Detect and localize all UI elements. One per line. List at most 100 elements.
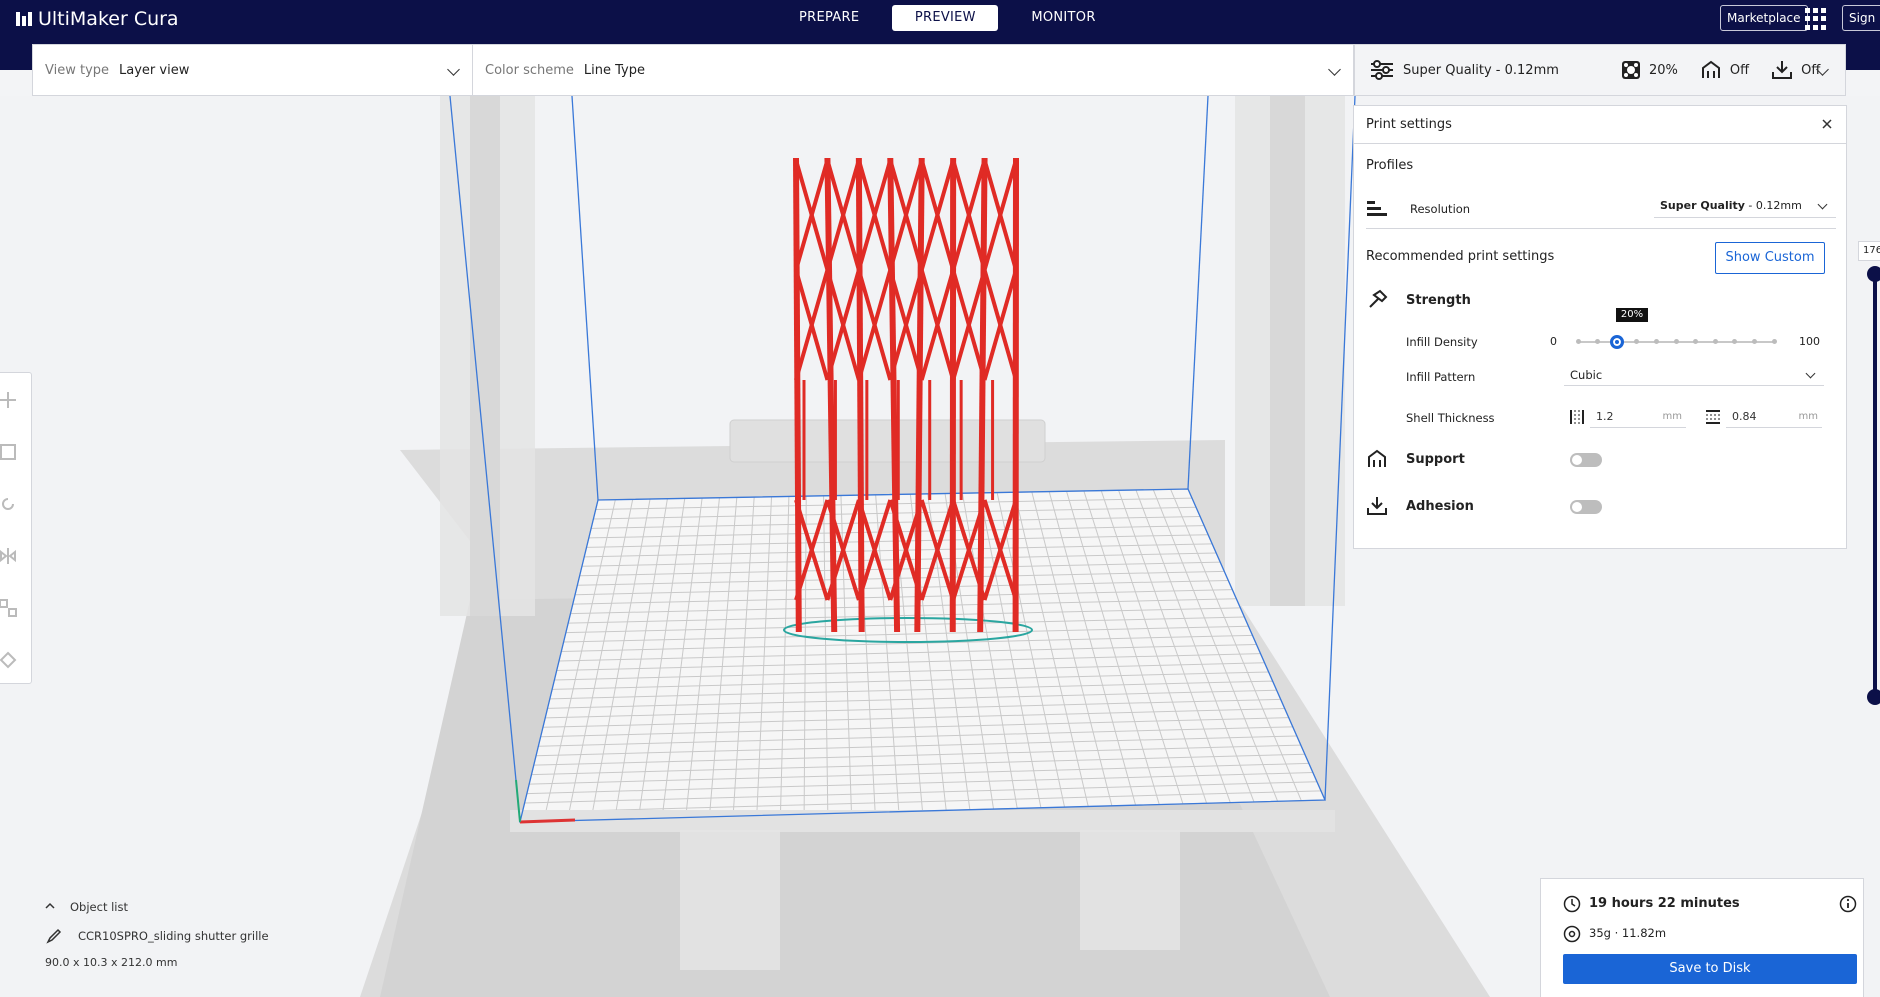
app-title: UltiMaker Cura: [38, 8, 179, 30]
color-scheme-dropdown[interactable]: Color scheme Line Type: [473, 45, 1353, 95]
top-bottom-thickness-unit: mm: [1798, 411, 1818, 422]
tab-preview[interactable]: PREVIEW: [892, 5, 999, 31]
top-bottom-thickness-field[interactable]: 0.84 mm: [1726, 406, 1822, 428]
top-bottom-thickness-value: 0.84: [1732, 410, 1757, 423]
app-logo: UltiMaker Cura: [16, 8, 179, 30]
slider-step-dot: [1732, 339, 1738, 344]
shell-thickness-label: Shell Thickness: [1406, 411, 1495, 425]
slider-step-dot: [1693, 339, 1699, 344]
recommended-heading: Recommended print settings: [1366, 249, 1555, 264]
print-time: 19 hours 22 minutes: [1589, 896, 1740, 911]
move-icon[interactable]: [0, 391, 17, 409]
infill-max-label: 100: [1799, 335, 1820, 348]
view-type-dropdown[interactable]: View type Layer view: [33, 45, 473, 95]
apps-grid-icon[interactable]: [1805, 8, 1827, 30]
infill-density-slider[interactable]: 0 100: [1550, 332, 1820, 352]
resolution-value-name: Super Quality: [1660, 199, 1745, 212]
wall-thickness-value: 1.2: [1596, 410, 1614, 423]
clock-icon: [1563, 895, 1581, 913]
support-icon: [1368, 449, 1386, 467]
mirror-icon[interactable]: [0, 547, 17, 565]
material-usage: 35g · 11.82m: [1589, 926, 1667, 940]
layer-number-field[interactable]: 176: [1858, 241, 1880, 261]
layer-slider-top-handle[interactable]: [1867, 266, 1880, 282]
slider-step-dot: [1575, 339, 1581, 344]
object-dimensions: 90.0 x 10.3 x 212.0 mm: [45, 956, 178, 969]
print-setup-selector[interactable]: Super Quality - 0.12mm 20% Off Off: [1354, 44, 1846, 96]
adhesion-icon: [1772, 61, 1793, 79]
support-toggle[interactable]: [1570, 453, 1602, 467]
slider-step-dot: [1751, 339, 1757, 344]
info-icon[interactable]: [1839, 895, 1857, 913]
resolution-label: Resolution: [1410, 202, 1471, 216]
marketplace-button[interactable]: Marketplace: [1720, 5, 1808, 31]
chevron-down-icon: [1805, 368, 1816, 379]
rotate-icon[interactable]: [0, 495, 17, 513]
save-to-disk-button[interactable]: Save to Disk: [1563, 954, 1857, 984]
support-heading: Support: [1406, 452, 1465, 467]
layer-slider-track[interactable]: [1873, 273, 1877, 700]
chevron-up-icon[interactable]: [44, 900, 56, 912]
hammer-icon: [1369, 289, 1388, 308]
panel-title: Print settings: [1366, 117, 1452, 132]
tab-prepare[interactable]: PREPARE: [780, 5, 878, 31]
pencil-icon[interactable]: [46, 928, 62, 944]
spool-icon: [1563, 925, 1581, 943]
wall-thickness-field[interactable]: 1.2 mm: [1590, 406, 1686, 428]
adhesion-icon: [1367, 497, 1387, 515]
print-information-card: 19 hours 22 minutes 35g · 11.82m Save to…: [1540, 878, 1864, 997]
close-icon[interactable]: [1820, 117, 1834, 131]
infill-summary: 20%: [1649, 62, 1678, 78]
infill-min-label: 0: [1550, 335, 1557, 348]
chevron-down-icon: [1817, 199, 1828, 210]
slider-step-dot: [1595, 339, 1601, 344]
panel-header: Print settings: [1354, 106, 1846, 144]
view-toolbar: View type Layer view Color scheme Line T…: [32, 44, 1354, 96]
strength-heading: Strength: [1406, 293, 1471, 308]
slider-step-dot: [1673, 339, 1679, 344]
infill-pattern-label: Infill Pattern: [1406, 370, 1476, 384]
resolution-row: Resolution Super Quality - 0.12mm: [1366, 194, 1836, 224]
show-custom-button[interactable]: Show Custom: [1715, 242, 1825, 274]
color-scheme-value: Line Type: [583, 62, 645, 78]
slider-step-dot: [1771, 339, 1777, 344]
adhesion-heading: Adhesion: [1406, 499, 1474, 514]
resolution-icon: [1367, 201, 1387, 216]
profiles-heading: Profiles: [1366, 158, 1414, 173]
wall-thickness-unit: mm: [1662, 411, 1682, 422]
color-scheme-label: Color scheme: [485, 62, 574, 78]
layer-slider-bottom-handle[interactable]: [1867, 689, 1880, 705]
top-bottom-thickness-icon: [1706, 410, 1720, 424]
scale-icon[interactable]: [0, 443, 17, 461]
slider-step-dot: [1712, 339, 1718, 344]
resolution-value-layer: - 0.12mm: [1744, 199, 1802, 212]
adhesion-toggle[interactable]: [1570, 500, 1602, 514]
view-type-label: View type: [45, 62, 110, 78]
resolution-select[interactable]: Super Quality - 0.12mm: [1654, 194, 1836, 218]
object-list-toggle[interactable]: Object list: [70, 900, 128, 914]
print-settings-panel: Print settings Profiles Resolution Super…: [1353, 105, 1847, 549]
infill-pattern-value: Cubic: [1570, 368, 1603, 382]
view-type-value: Layer view: [119, 62, 190, 78]
sign-in-button[interactable]: Sign in: [1842, 5, 1880, 31]
tab-monitor[interactable]: MONITOR: [1012, 5, 1114, 31]
object-name[interactable]: CCR10SPRO_sliding shutter grille: [78, 929, 269, 943]
slider-step-dot: [1634, 339, 1640, 344]
divider: [1366, 228, 1836, 229]
ultimaker-logo-icon: [16, 12, 32, 26]
slider-handle[interactable]: [1610, 335, 1625, 349]
support-icon: [1701, 60, 1720, 78]
infill-icon: [1622, 61, 1640, 79]
wall-thickness-icon: [1570, 410, 1584, 424]
support-blocker-icon[interactable]: [0, 651, 17, 669]
support-summary: Off: [1729, 62, 1750, 78]
transform-toolbar: [0, 372, 32, 684]
stage-tabs: PREPARE PREVIEW MONITOR: [780, 5, 1115, 31]
chevron-down-icon: [447, 63, 460, 76]
profile-summary: Super Quality - 0.12mm: [1403, 62, 1559, 78]
infill-pattern-select[interactable]: Cubic: [1564, 364, 1824, 386]
infill-density-tooltip: 20%: [1616, 308, 1648, 322]
slider-step-dot: [1653, 339, 1659, 344]
infill-density-label: Infill Density: [1406, 335, 1478, 349]
per-model-settings-icon[interactable]: [0, 599, 17, 617]
